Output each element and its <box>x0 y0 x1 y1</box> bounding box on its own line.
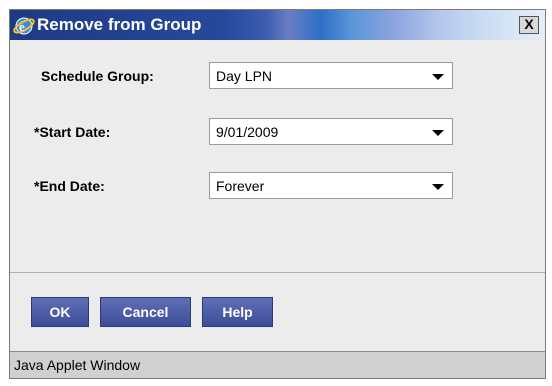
schedule-group-select[interactable]: Day LPN <box>209 62 453 89</box>
start-date-label: *Start Date: <box>34 124 111 140</box>
start-date-value: 9/01/2009 <box>216 124 279 140</box>
dialog-title: Remove from Group <box>37 15 202 34</box>
ok-button[interactable]: OK <box>31 297 89 327</box>
title-bar: e Remove from Group X <box>10 10 545 40</box>
svg-text:e: e <box>19 19 25 34</box>
chevron-down-icon[interactable] <box>432 184 444 190</box>
chevron-down-icon[interactable] <box>432 130 444 136</box>
dialog-window: e Remove from Group X Schedule Group: Da… <box>9 9 546 379</box>
chevron-down-icon[interactable] <box>432 74 444 80</box>
status-text: Java Applet Window <box>14 357 141 373</box>
cancel-button[interactable]: Cancel <box>100 297 191 327</box>
end-date-select[interactable]: Forever <box>209 172 453 199</box>
status-bar: Java Applet Window <box>10 351 545 378</box>
schedule-group-label: Schedule Group: <box>41 68 154 84</box>
end-date-label: *End Date: <box>34 178 105 194</box>
help-button[interactable]: Help <box>202 297 273 327</box>
close-button[interactable]: X <box>519 16 539 34</box>
schedule-group-value: Day LPN <box>216 68 273 84</box>
end-date-value: Forever <box>216 178 265 194</box>
start-date-select[interactable]: 9/01/2009 <box>209 118 453 145</box>
footer-divider <box>10 272 545 273</box>
browser-e-icon: e <box>13 17 35 35</box>
